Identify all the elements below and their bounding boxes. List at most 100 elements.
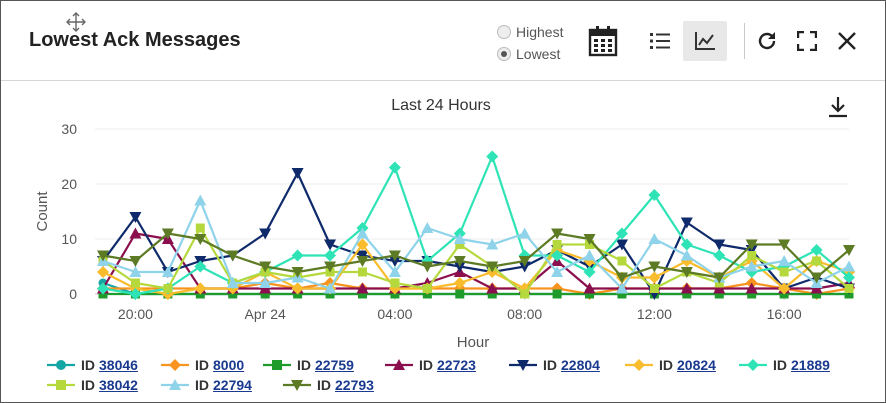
data-point bbox=[421, 261, 434, 273]
legend-id-link[interactable]: 20824 bbox=[677, 357, 716, 373]
legend-marker bbox=[747, 359, 759, 371]
radio-highest[interactable]: Highest bbox=[497, 21, 563, 43]
data-point bbox=[129, 256, 142, 267]
legend-swatch bbox=[385, 359, 413, 370]
data-point bbox=[649, 284, 659, 293]
radio-lowest-label: Lowest bbox=[516, 46, 561, 62]
data-point bbox=[163, 284, 173, 293]
line-chart-icon bbox=[695, 32, 715, 50]
legend-item[interactable]: ID 22759 bbox=[263, 355, 354, 375]
data-point bbox=[486, 150, 499, 163]
data-point bbox=[713, 249, 726, 262]
legend-marker bbox=[272, 360, 282, 370]
legend-swatch bbox=[161, 359, 189, 371]
data-point bbox=[812, 256, 822, 266]
widget-title: Lowest Ack Messages bbox=[29, 29, 241, 51]
legend-id-link[interactable]: 22723 bbox=[437, 357, 476, 373]
legend-swatch bbox=[509, 360, 537, 371]
y-tick-label: 0 bbox=[69, 286, 77, 302]
chart-view-button[interactable] bbox=[683, 21, 727, 61]
data-point bbox=[422, 284, 432, 293]
legend-id-link[interactable]: 22759 bbox=[315, 357, 354, 373]
data-point bbox=[778, 255, 791, 266]
data-point bbox=[357, 267, 367, 277]
legend-prefix: ID bbox=[317, 377, 331, 393]
legend-prefix: ID bbox=[195, 377, 209, 393]
legend-item[interactable]: ID 22723 bbox=[385, 355, 476, 375]
legend-marker bbox=[56, 360, 66, 370]
refresh-icon bbox=[758, 32, 776, 50]
data-point bbox=[520, 289, 530, 299]
data-point bbox=[844, 284, 854, 293]
radio-lowest-button[interactable] bbox=[497, 47, 511, 61]
y-tick-label: 30 bbox=[61, 121, 77, 137]
legend-prefix: ID bbox=[543, 357, 557, 373]
legend-id-link[interactable]: 22794 bbox=[213, 377, 252, 393]
legend-marker bbox=[56, 380, 66, 390]
legend-swatch bbox=[263, 360, 291, 370]
radio-highest-label: Highest bbox=[516, 24, 564, 40]
legend-prefix: ID bbox=[659, 357, 673, 373]
data-point bbox=[421, 222, 434, 233]
data-point bbox=[779, 267, 789, 277]
legend-id-link[interactable]: 21889 bbox=[791, 357, 830, 373]
legend-swatch bbox=[625, 359, 653, 371]
legend-swatch bbox=[47, 360, 75, 370]
sort-radio-group: Highest Lowest bbox=[497, 21, 563, 65]
data-point bbox=[583, 249, 596, 261]
data-point bbox=[291, 168, 304, 179]
legend-item[interactable]: ID 21889 bbox=[739, 355, 830, 375]
legend-item[interactable]: ID 22794 bbox=[161, 375, 252, 395]
x-tick-label: 20:00 bbox=[118, 306, 153, 322]
data-point bbox=[97, 266, 109, 278]
x-tick-label: Apr 24 bbox=[245, 306, 286, 322]
radio-highest-button[interactable] bbox=[497, 25, 511, 39]
data-point bbox=[455, 289, 465, 299]
y-tick-label: 10 bbox=[61, 231, 77, 247]
data-point bbox=[129, 227, 142, 239]
fullscreen-button[interactable] bbox=[793, 21, 821, 61]
data-point bbox=[843, 260, 855, 272]
legend-item[interactable]: ID 22793 bbox=[283, 375, 374, 395]
legend-swatch bbox=[161, 379, 189, 390]
series-line bbox=[102, 171, 850, 296]
data-point bbox=[518, 227, 531, 239]
legend-swatch bbox=[283, 380, 311, 391]
x-tick-label: 12:00 bbox=[637, 306, 672, 322]
legend-item[interactable]: ID 8000 bbox=[161, 355, 244, 375]
legend-item[interactable]: ID 38046 bbox=[47, 355, 138, 375]
data-point bbox=[615, 239, 628, 251]
data-point bbox=[388, 161, 401, 174]
data-point bbox=[259, 228, 272, 240]
data-point bbox=[195, 223, 205, 233]
legend-id-link[interactable]: 38046 bbox=[99, 357, 138, 373]
list-view-button[interactable] bbox=[641, 21, 679, 61]
legend-prefix: ID bbox=[773, 357, 787, 373]
legend-id-link[interactable]: 38042 bbox=[99, 377, 138, 393]
data-point bbox=[552, 240, 562, 249]
radio-lowest[interactable]: Lowest bbox=[497, 43, 563, 65]
calendar-icon bbox=[588, 26, 618, 57]
legend-id-link[interactable]: 22793 bbox=[335, 377, 374, 393]
data-point bbox=[747, 251, 757, 260]
data-point bbox=[617, 256, 627, 266]
series-line bbox=[102, 199, 850, 290]
legend-swatch bbox=[739, 359, 767, 371]
legend-item[interactable]: ID 20824 bbox=[625, 355, 716, 375]
calendar-button[interactable] bbox=[585, 21, 621, 61]
legend-id-link[interactable]: 22804 bbox=[561, 357, 600, 373]
legend-item[interactable]: ID 22804 bbox=[509, 355, 600, 375]
widget-panel: Lowest Ack Messages Highest Lowest Last … bbox=[0, 0, 886, 403]
list-icon bbox=[650, 33, 670, 49]
legend-id-link[interactable]: 8000 bbox=[213, 357, 244, 373]
legend-prefix: ID bbox=[195, 357, 209, 373]
fullscreen-icon bbox=[797, 31, 817, 51]
x-tick-label: 04:00 bbox=[377, 306, 412, 322]
data-point bbox=[194, 194, 207, 206]
close-button[interactable] bbox=[833, 21, 861, 61]
legend-item[interactable]: ID 38042 bbox=[47, 375, 138, 395]
legend-swatch bbox=[47, 380, 75, 390]
y-axis-label: Count bbox=[34, 191, 51, 232]
y-tick-label: 20 bbox=[61, 176, 77, 192]
refresh-button[interactable] bbox=[753, 21, 781, 61]
